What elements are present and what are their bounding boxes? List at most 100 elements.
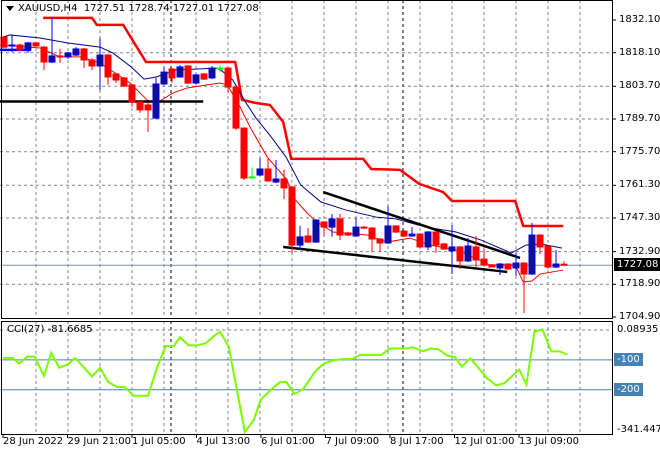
candle-body [384,225,392,244]
candle-body [48,55,56,63]
ohlc-values: 1727.51 1728.74 1727.01 1727.08 [83,3,259,14]
time-axis-label: 8 Jul 17:00 [390,436,444,447]
time-axis-label: 12 Jul 01:00 [454,436,515,447]
candle-body [152,83,160,119]
candle-body [376,238,384,244]
time-axis-label: 1 Jul 05:00 [132,436,186,447]
candle-body [440,243,448,250]
candle-body [112,73,120,81]
candle-body [256,168,264,176]
candle-body [8,44,16,47]
candle-body [408,233,416,237]
candle-body [176,66,184,78]
candle-body [360,226,368,229]
time-axis-label: 29 Jun 21:00 [67,436,132,447]
candle-body [344,232,352,236]
candle-body [536,234,544,248]
time-axis-label: 13 Jul 09:00 [519,436,579,447]
candle-body [104,54,112,78]
candle-body [32,42,40,47]
time-axis-label: 7 Jul 09:00 [325,436,380,447]
candle-body [464,245,472,262]
candle-body [240,127,248,179]
moving-average-red [0,44,564,283]
candle-body [448,246,456,252]
chart-title: XAUUSD,H4 1727.51 1728.74 1727.01 1727.0… [6,3,259,14]
candle-body [336,218,344,236]
candle-body [544,245,552,268]
cci-pane-border [1,321,613,435]
candle-body [208,67,216,79]
candle-body [264,168,272,182]
price-chart[interactable] [0,0,660,450]
price-axis-label: 1747.30 [619,212,660,223]
candle-body [512,262,520,269]
candle-body [304,235,312,243]
price-axis-label: 1732.90 [619,245,660,257]
candle-body [392,225,400,233]
cci-axis-label: -341.4479 [617,424,660,435]
candle-body [552,263,560,268]
candle-body [328,218,336,228]
candle-body [560,263,568,266]
price-axis-label: 1761.30 [619,179,660,191]
candle-body [296,236,304,246]
candle-body [280,178,288,189]
candle-body [64,52,72,58]
candle-body [192,74,200,84]
cci-line [3,328,568,435]
candle-body [520,262,528,275]
candle-body [416,233,424,248]
candle-body [128,84,136,103]
candle-body [312,219,320,243]
time-axis-label: 6 Jul 01:00 [261,436,315,447]
candle-body [136,101,144,111]
candle-body [496,263,504,269]
candle-body [224,67,232,88]
candle-body [16,44,24,51]
candle-body [200,73,208,80]
price-axis-label: 1818.10 [619,46,660,58]
time-axis-label: 4 Jul 13:00 [196,436,251,447]
candle-body [88,59,96,67]
candle-body [288,186,296,246]
candle-body [456,246,464,262]
candle-body [480,258,488,266]
candle-body [144,104,152,111]
price-axis-label: 1832.10 [619,14,660,25]
candle-body [248,176,256,179]
candle-body [160,71,168,85]
candle-body [400,230,408,237]
candle-body [528,234,536,275]
candle-body [352,226,360,237]
dropdown-arrow-icon[interactable] [6,5,14,11]
symbol-timeframe: XAUUSD,H4 [18,3,78,14]
price-axis-label: 1789.70 [619,113,660,124]
price-axis-label: 1803.70 [619,80,660,92]
candle-body [184,65,192,84]
candle-body [232,86,240,129]
cci-level-label: -200 [614,382,643,396]
candle-body [80,48,88,61]
candle-body [168,68,176,79]
candle-body [368,227,376,240]
candle-body [56,55,64,58]
candle-body [40,46,48,63]
cci-title: CCI(27) -81.6685 [7,324,93,335]
candle-body [24,42,32,50]
stop-line [43,16,564,228]
current-price-label: 1727.08 [614,258,660,272]
candle-body [120,77,128,87]
candle-body [96,54,104,67]
candle-body [432,231,440,246]
cci-level-label: -100 [614,352,643,366]
price-axis-label: 1775.70 [619,145,660,157]
cci-pane [0,328,612,435]
candle-body [472,246,480,261]
candle-body [216,67,224,70]
price-axis-label: 1718.90 [619,278,660,290]
candle-body [272,178,280,183]
candle-body [320,221,328,228]
time-axis-label: 28 Jun 2022 [3,436,64,447]
price-axis-label: 1704.90 [619,311,660,322]
